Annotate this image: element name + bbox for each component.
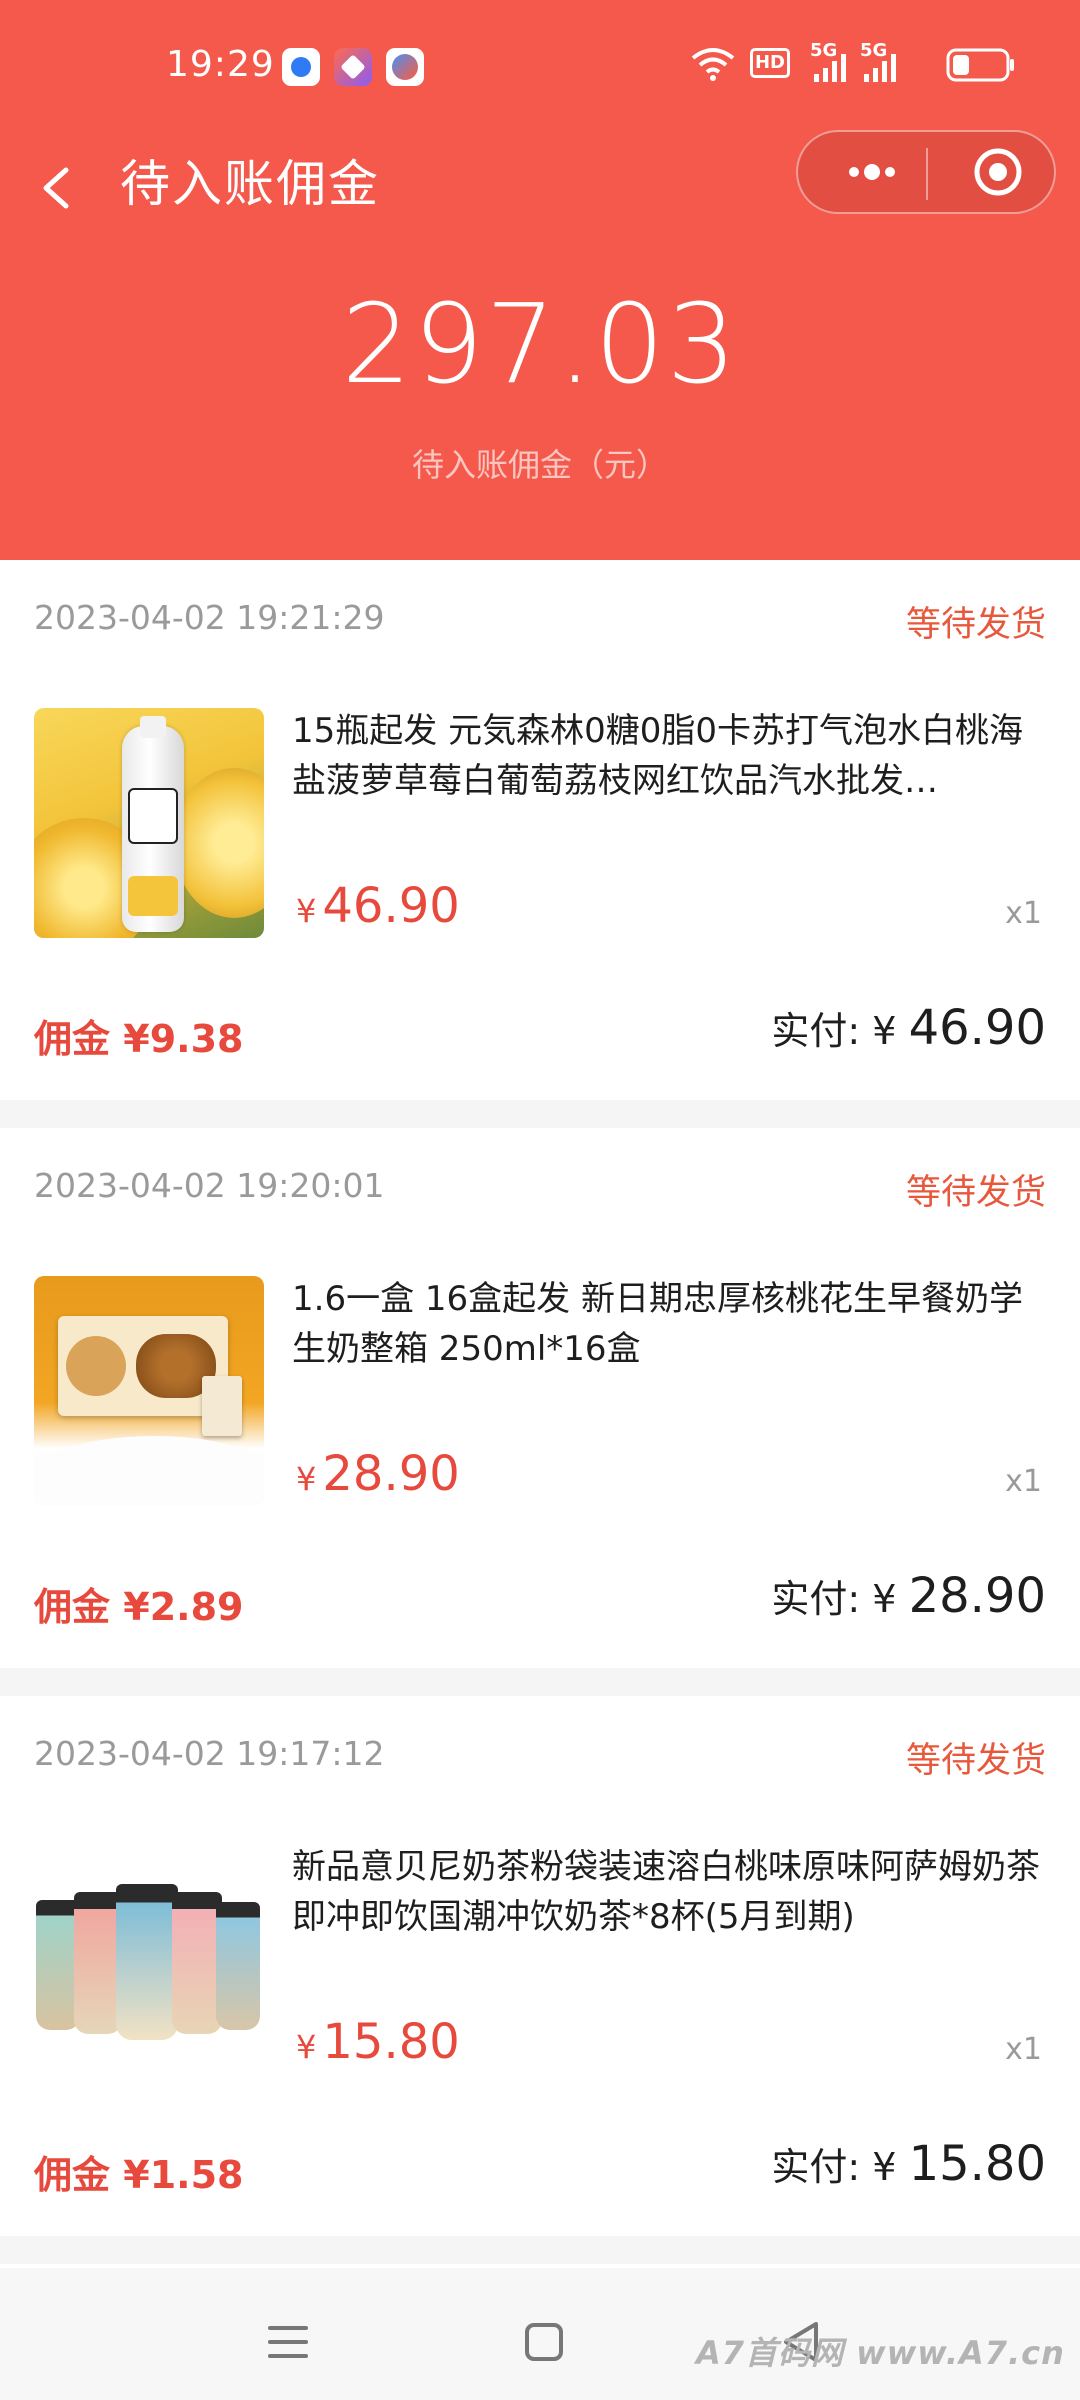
tea-cup-decoration <box>116 1884 178 2040</box>
paid-value: 46.90 <box>908 1000 1046 1056</box>
nav-bar: 待入账佣金 <box>0 130 1080 260</box>
watermark: A7首码网 www.A7.cn <box>696 2334 1065 2372</box>
product-image[interactable] <box>34 708 264 938</box>
bottle-decoration <box>122 716 184 932</box>
product-price: ¥46.90 <box>296 878 460 934</box>
app-notification-icon <box>282 48 320 86</box>
battery-icon <box>946 48 1014 82</box>
wifi-icon <box>691 48 735 81</box>
currency-symbol: ¥ <box>296 1460 317 1498</box>
commission-value: 2.89 <box>149 1585 244 1629</box>
commission: 佣金 ¥2.89 <box>34 1576 243 1631</box>
product-title[interactable]: 新品意贝尼奶茶粉袋装速溶白桃味原味阿萨姆奶茶即冲即饮国潮冲饮奶茶*8杯(5月到期… <box>292 1842 1052 1942</box>
home-button[interactable] <box>514 2312 574 2372</box>
currency-symbol: ¥ <box>123 2153 150 2197</box>
currency-symbol: ¥ <box>872 2145 897 2189</box>
commission: 佣金 ¥1.58 <box>34 2144 243 2199</box>
compass-app-icon <box>386 48 424 86</box>
product-image[interactable] <box>34 1844 264 2074</box>
product-quantity: x1 <box>1005 2032 1042 2067</box>
milk-carton-decoration <box>202 1376 242 1436</box>
status-time: 19:29 <box>166 44 275 85</box>
product-title[interactable]: 1.6一盒 16盒起发 新日期忠厚核桃花生早餐奶学生奶整箱 250ml*16盒 <box>292 1274 1052 1374</box>
price-value: 28.90 <box>322 1446 460 1502</box>
signal-icon <box>814 54 846 82</box>
paid-value: 15.80 <box>908 2136 1046 2192</box>
price-value: 15.80 <box>322 2014 460 2070</box>
status-bar: 19:29 HD 5G 5G <box>0 0 1080 130</box>
signal-icon <box>864 54 896 82</box>
currency-symbol: ¥ <box>872 1009 897 1053</box>
menu-icon <box>268 2326 308 2358</box>
order-time: 2023-04-02 19:17:12 <box>34 1734 385 1773</box>
order-status: 等待发货 <box>905 605 1046 645</box>
order-status: 等待发货 <box>905 1741 1046 1781</box>
paid-amount: 实付: ¥ 28.90 <box>771 1568 1046 1624</box>
paid-label: 实付: <box>771 1577 861 1621</box>
target-icon <box>974 148 1022 196</box>
pending-commission-amount: 297.03 <box>341 280 739 408</box>
product-price: ¥15.80 <box>296 2014 460 2070</box>
currency-symbol: ¥ <box>296 892 317 930</box>
pineapple-slice-decoration <box>174 768 264 918</box>
paid-label: 实付: <box>771 1009 861 1053</box>
status-indicators: HD 5G 5G <box>660 40 1080 90</box>
order-card[interactable]: 2023-04-02 19:17:12 等待发货 新品意贝尼奶茶粉袋装速溶白桃味… <box>0 1696 1080 2236</box>
page-title: 待入账佣金 <box>120 155 380 213</box>
currency-symbol: ¥ <box>123 1017 150 1061</box>
order-card[interactable]: 2023-04-02 19:21:29 等待发货 15瓶起发 元気森林0糖0脂0… <box>0 560 1080 1100</box>
mini-program-capsule <box>796 130 1056 214</box>
commission-label: 佣金 <box>34 1585 111 1629</box>
price-value: 46.90 <box>322 878 460 934</box>
more-dots-icon <box>849 164 895 180</box>
hd-badge-label: HD <box>754 52 785 73</box>
commission-label: 佣金 <box>34 1017 111 1061</box>
more-button[interactable] <box>822 132 922 212</box>
order-card[interactable]: 2023-04-02 19:20:01 等待发货 1.6一盒 16盒起发 新日期… <box>0 1128 1080 1668</box>
tea-cup-decoration <box>172 1892 222 2034</box>
commission: 佣金 ¥9.38 <box>34 1008 243 1063</box>
milk-splash-decoration <box>34 1436 264 1506</box>
tea-cup-decoration <box>74 1892 122 2034</box>
commission-value: 1.58 <box>149 2153 244 2197</box>
home-square-icon <box>525 2323 563 2361</box>
back-button[interactable] <box>36 148 96 228</box>
tea-cup-decoration <box>216 1902 260 2030</box>
capsule-divider <box>926 148 928 200</box>
currency-symbol: ¥ <box>123 1585 150 1629</box>
paid-amount: 实付: ¥ 15.80 <box>771 2136 1046 2192</box>
product-price: ¥28.90 <box>296 1446 460 1502</box>
order-time: 2023-04-02 19:21:29 <box>34 598 385 637</box>
currency-symbol: ¥ <box>296 2028 317 2066</box>
order-status: 等待发货 <box>905 1173 1046 1213</box>
commission-value: 9.38 <box>149 1017 244 1061</box>
order-time: 2023-04-02 19:20:01 <box>34 1166 385 1205</box>
commission-label: 佣金 <box>34 2153 111 2197</box>
paid-value: 28.90 <box>908 1568 1046 1624</box>
currency-symbol: ¥ <box>872 1577 897 1621</box>
system-navigation-bar: A7首码网 www.A7.cn <box>0 2268 1080 2400</box>
product-quantity: x1 <box>1005 1464 1042 1499</box>
paid-label: 实付: <box>771 2145 861 2189</box>
paid-amount: 实付: ¥ 46.90 <box>771 1000 1046 1056</box>
product-quantity: x1 <box>1005 896 1042 931</box>
product-title[interactable]: 15瓶起发 元気森林0糖0脂0卡苏打气泡水白桃海盐菠萝草莓白葡萄荔枝网红饮品汽水… <box>292 706 1052 806</box>
menu-button[interactable] <box>258 2312 318 2372</box>
pending-commission-label: 待入账佣金（元） <box>411 446 668 484</box>
header: 19:29 HD 5G 5G 待入账佣金 297.03 待入账佣金（元） <box>0 0 1080 560</box>
chevron-left-icon <box>43 167 69 209</box>
hd-badge-icon: HD <box>750 48 790 78</box>
app-notification-icon <box>334 48 372 86</box>
close-mini-program-button[interactable] <box>948 132 1048 212</box>
product-image[interactable] <box>34 1276 264 1506</box>
